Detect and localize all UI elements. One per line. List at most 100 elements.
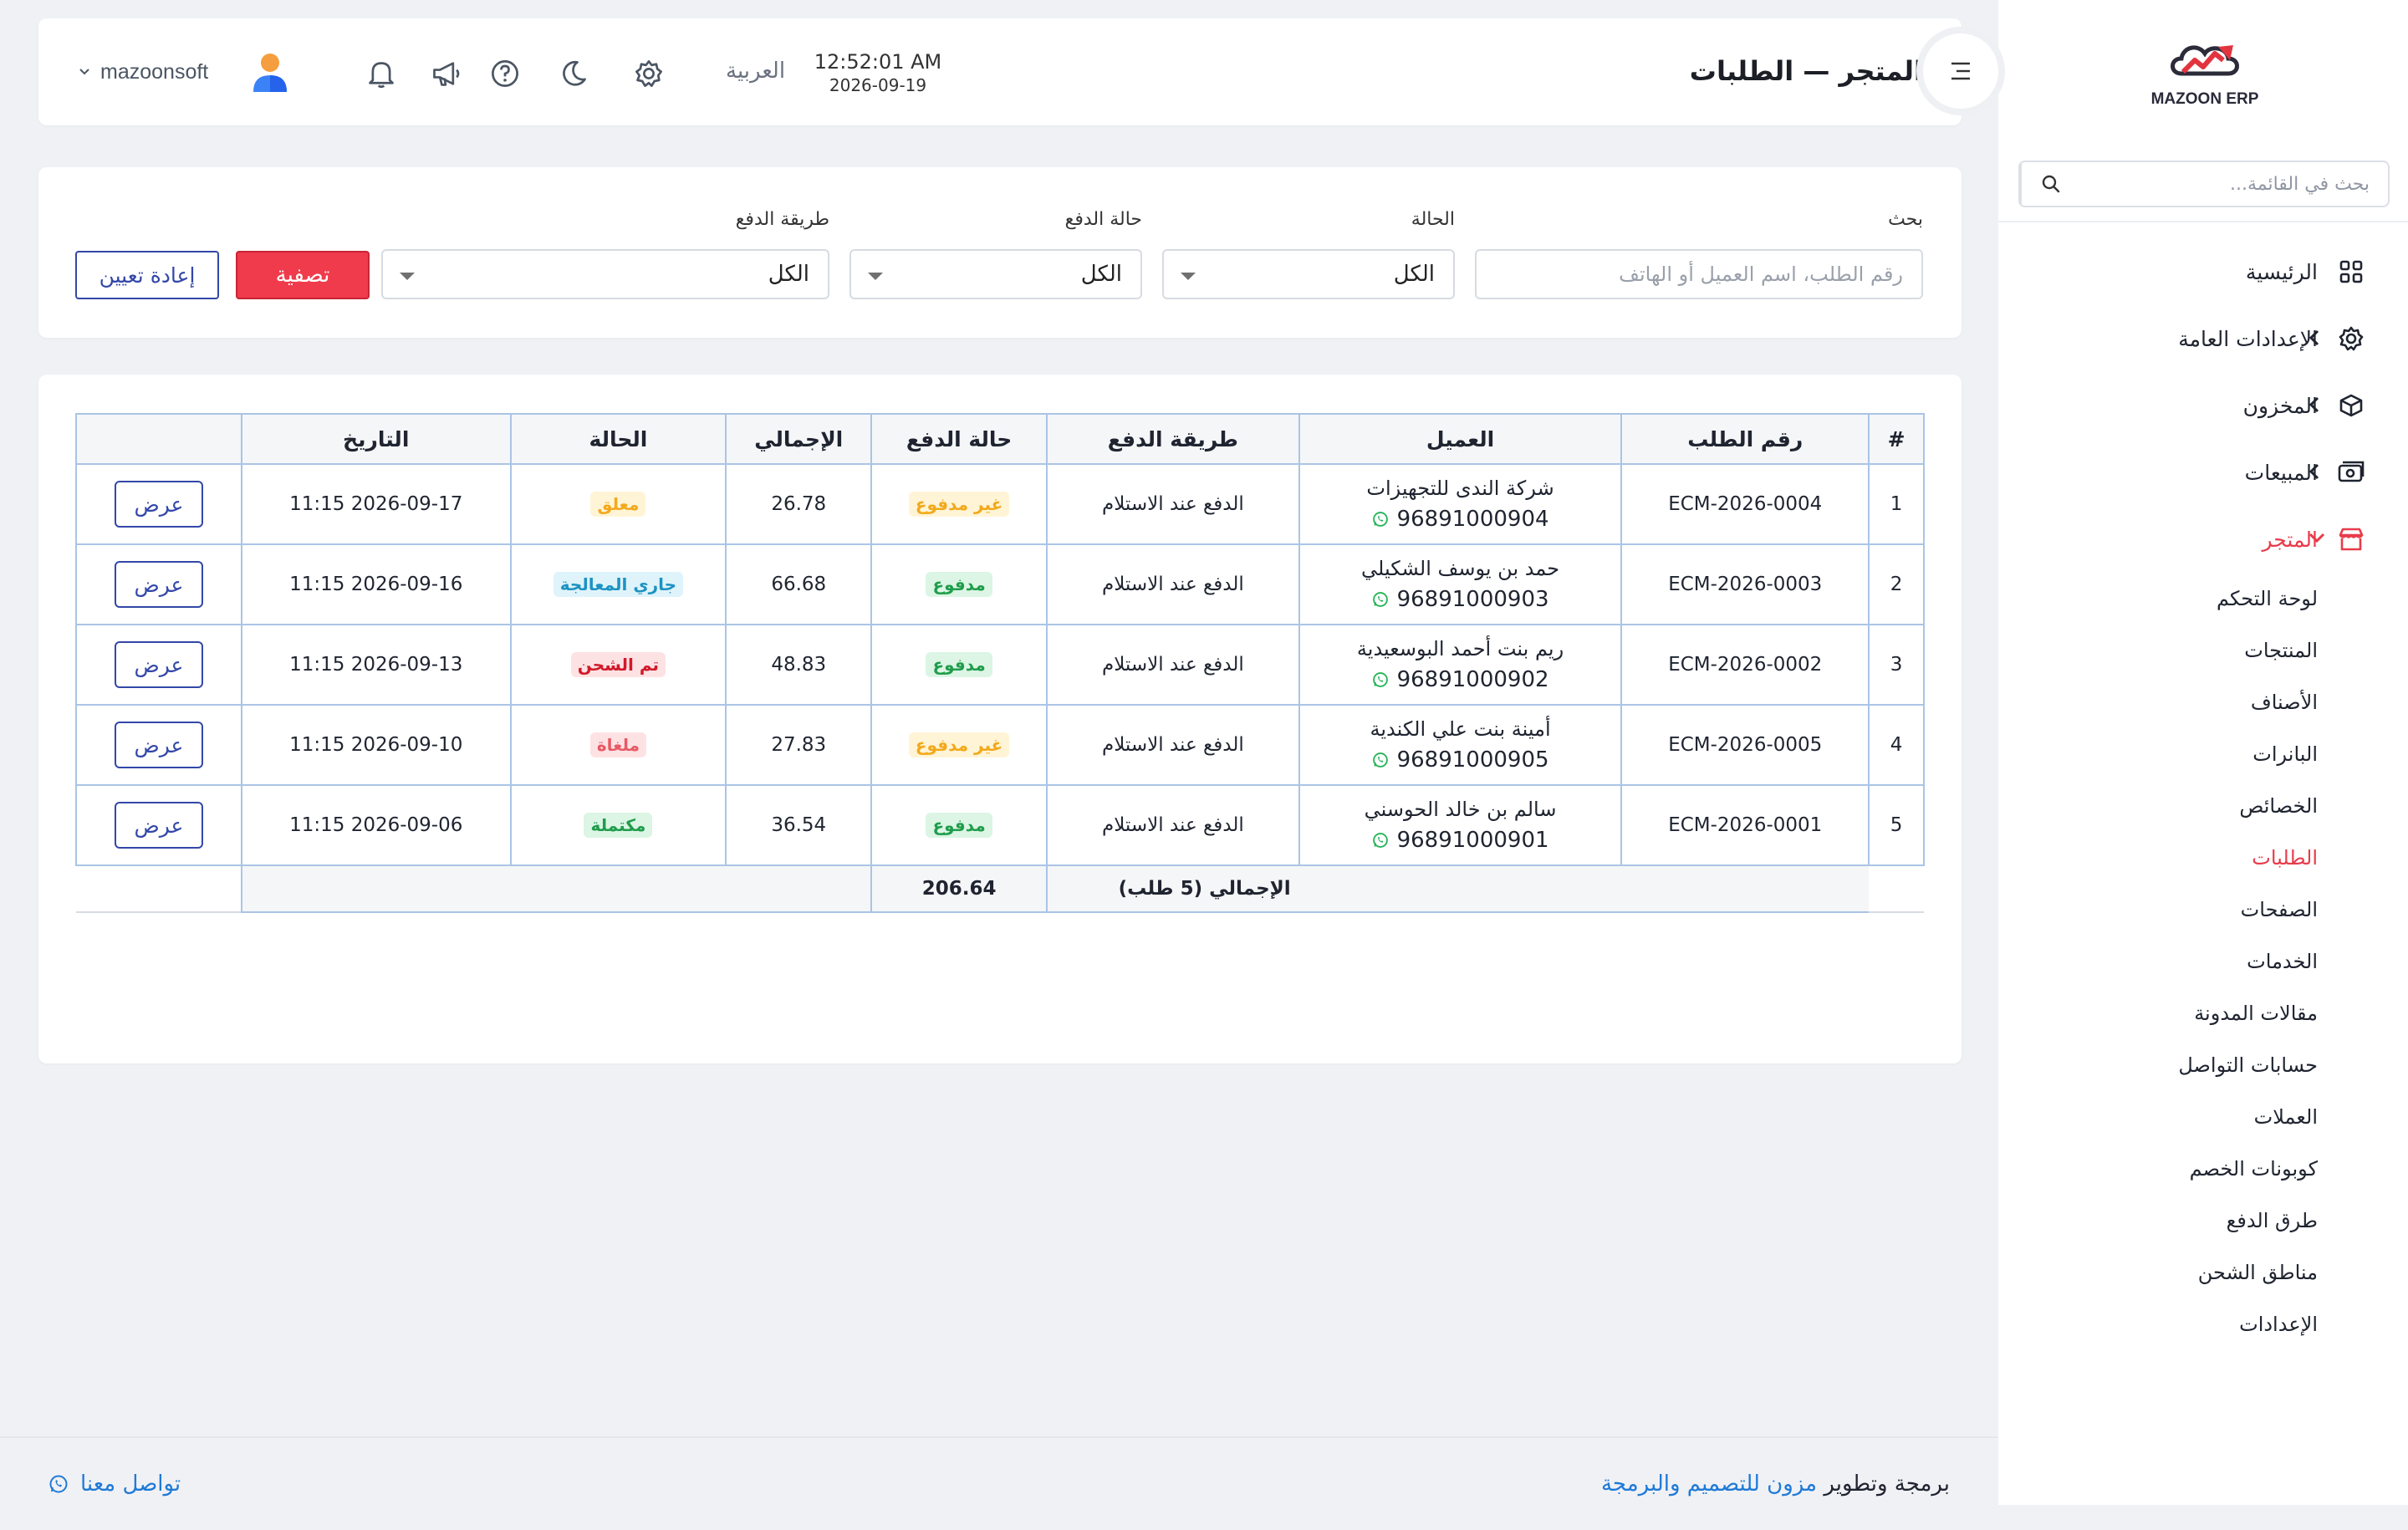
username: mazoonsoft [100,59,209,84]
submenu-item-payment-methods[interactable]: طرق الدفع [1998,1195,2318,1247]
customer-phone[interactable]: 96891000901 [1300,828,1621,853]
footer-total-label: الإجمالي (5 طلب) [1046,864,1299,913]
submenu-item-shipping-zones[interactable]: مناطق الشحن [1998,1247,2318,1298]
order-status-badge: تم الشحن [570,652,666,677]
megaphone-icon[interactable] [428,55,465,92]
user-menu[interactable]: mazoonsoft [79,52,288,92]
moon-icon[interactable] [555,55,592,92]
sidebar-item-inventory[interactable]: المخزون [1998,372,2408,439]
cell-index: 5 [1868,784,1925,866]
payment-status-badge: مدفوع [926,652,992,677]
grid-icon [2336,257,2366,287]
submenu-item-services[interactable]: الخدمات [1998,936,2318,987]
cell-total: 27.83 [725,704,873,786]
sidebar-item-label: المبيعات [2244,460,2318,485]
col-order-number: رقم الطلب [1620,413,1870,465]
col-status: الحالة [509,413,727,465]
cell-order-number: ECM-2026-0003 [1620,543,1870,625]
payment-status-badge: غير مدفوع [908,732,1010,757]
cell-actions: عرض [75,463,242,545]
sidebar-item-sales[interactable]: المبيعات [1998,439,2408,506]
whatsapp-icon [48,1474,69,1494]
cell-payment-method: الدفع عند الاستلام [1046,543,1300,625]
chevron-left-icon [2308,462,2321,481]
logo-text: MAZOON ERP [2150,90,2259,108]
bell-icon[interactable] [363,55,400,92]
contact-link[interactable]: تواصل معنا [48,1471,181,1497]
clock-time: 12:52:01 AM [814,50,942,74]
submenu-item-settings[interactable]: الإعدادات [1998,1298,2318,1350]
payment-method-select-value: الكل [768,262,809,287]
submenu-item-currencies[interactable]: العملات [1998,1091,2318,1143]
sidebar-item-store[interactable]: المتجر [1998,506,2408,573]
filter-button[interactable]: تصفية [236,251,370,299]
sidebar-item-label: الرئيسية [2245,259,2318,284]
search-placeholder: رقم الطلب، اسم العميل أو الهاتف [1619,263,1903,286]
cell-actions: عرض [75,543,242,625]
gear-icon[interactable] [630,55,667,92]
customer-name: شركة الندى للتجهيزات [1366,477,1554,500]
submenu-item-dashboard[interactable]: لوحة التحكم [1998,573,2318,625]
submenu-item-pages[interactable]: الصفحات [1998,884,2318,936]
payment-status-select[interactable]: الكل [849,249,1142,299]
whatsapp-icon [1372,591,1389,608]
view-order-button[interactable]: عرض [114,481,203,528]
table-row: 3 ECM-2026-0002 ريم بنت أحمد البوسعيدية 968… [75,624,1925,706]
submenu-item-blog-posts[interactable]: مقالات المدونة [1998,987,2318,1039]
status-select-value: الكل [1393,262,1435,287]
sidebar: MAZOON ERP الرئيسية الإعدادات العامة الم… [1998,0,2408,1505]
footer-cell-empty [1869,865,1924,913]
logo[interactable]: MAZOON ERP [2150,35,2259,115]
cell-index: 4 [1868,704,1925,786]
order-status-badge: جاري المعالجة [553,572,684,597]
col-total: الإجمالي [725,413,873,465]
submenu-item-categories[interactable]: الأصناف [1998,676,2318,728]
submenu-item-orders[interactable]: الطلبات [1998,832,2318,884]
submenu-item-products[interactable]: المنتجات [1998,625,2318,676]
sidebar-menu: الرئيسية الإعدادات العامة المخزون المبيع… [1998,238,2408,1350]
sidebar-item-general-settings[interactable]: الإعدادات العامة [1998,305,2408,372]
footer-cell-empty [76,865,242,913]
submenu-item-coupons[interactable]: كوبونات الخصم [1998,1143,2318,1195]
cell-payment-method: الدفع عند الاستلام [1046,784,1300,866]
language-switcher[interactable]: العربية [726,59,785,84]
customer-phone[interactable]: 96891000902 [1300,667,1621,692]
reset-button[interactable]: إعادة تعيين [75,251,219,299]
view-order-button[interactable]: عرض [114,722,203,768]
view-order-button[interactable]: عرض [114,561,203,608]
submenu-item-attributes[interactable]: الخصائص [1998,780,2318,832]
orders-table: # رقم الطلب العميل طريقة الدفع حالة الدف… [75,413,1925,913]
view-order-button[interactable]: عرض [114,641,203,688]
sidebar-item-home[interactable]: الرئيسية [1998,238,2408,305]
search-icon[interactable] [2020,162,2080,206]
view-order-button[interactable]: عرض [114,802,203,849]
cell-total: 26.78 [725,463,873,545]
cell-payment-method: الدفع عند الاستلام [1046,624,1300,706]
help-icon[interactable] [487,55,523,92]
submenu-item-social-accounts[interactable]: حسابات التواصل [1998,1039,2318,1091]
cell-payment-status: غير مدفوع [870,704,1048,786]
cell-index: 1 [1868,463,1925,545]
customer-phone[interactable]: 96891000905 [1300,747,1621,773]
cell-status: معلق [509,463,727,545]
page-title: المتجر — الطلبات [1689,55,1923,87]
orders-table-card: # رقم الطلب العميل طريقة الدفع حالة الدف… [38,375,1962,1063]
store-icon [2336,524,2366,554]
col-date: التاريخ [240,413,512,465]
customer-phone-number: 96891000904 [1396,507,1549,532]
payment-method-select[interactable]: الكل [381,249,829,299]
status-select[interactable]: الكل [1162,249,1455,299]
cell-order-number: ECM-2026-0005 [1620,704,1870,786]
order-search-input[interactable]: رقم الطلب، اسم العميل أو الهاتف [1475,249,1923,299]
footer-credit-prefix: برمجة وتطوير [1824,1471,1950,1497]
footer-credit-link[interactable]: مزون للتصميم والبرمجة [1601,1471,1817,1497]
sidebar-search-input[interactable] [2080,163,2388,205]
col-index: # [1868,413,1925,465]
cash-icon [2336,457,2366,487]
cell-date: 2026-09-06 11:15 [240,784,512,866]
customer-phone[interactable]: 96891000904 [1300,507,1621,532]
sidebar-toggle-button[interactable] [1923,33,1998,109]
submenu-item-banners[interactable]: البانرات [1998,728,2318,780]
payment-status-badge: مدفوع [926,813,992,838]
customer-phone[interactable]: 96891000903 [1300,587,1621,612]
